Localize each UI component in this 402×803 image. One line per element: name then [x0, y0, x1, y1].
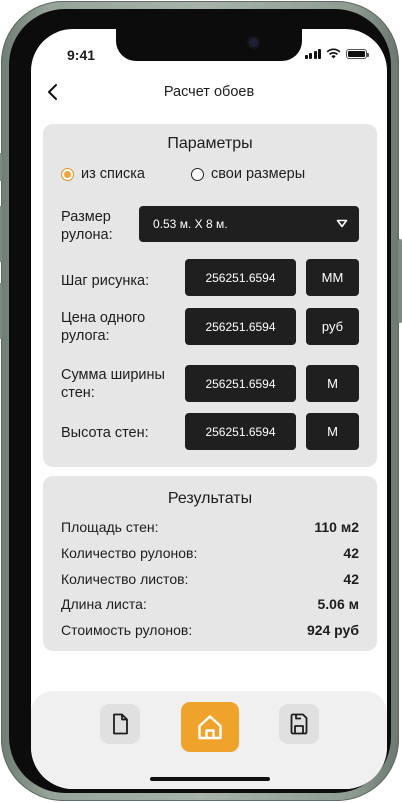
- results-heading: Результаты: [167, 490, 253, 507]
- radio-from-list-label: из списка: [81, 166, 145, 182]
- app-screen: 9:41 Расчет обоев Параметры из списка св…: [31, 29, 387, 789]
- save-icon: [290, 713, 308, 735]
- phone-volume-up-button: [0, 206, 2, 262]
- phone-volume-down-button: [0, 283, 2, 339]
- result-row-wall-area: Площадь стен: 110 м2: [61, 519, 359, 535]
- parameters-card: Параметры из списка свои размеры Размер …: [43, 124, 377, 467]
- roll-size-value: 0.53 м. Х 8 м.: [153, 217, 228, 231]
- radio-custom-sizes[interactable]: свои размеры: [191, 164, 305, 184]
- pattern-step-label: Шаг рисунка:: [61, 273, 150, 289]
- wall-width-sum-unit[interactable]: М: [306, 365, 359, 402]
- wall-height-label: Высота стен:: [61, 425, 149, 441]
- home-indicator[interactable]: [150, 777, 270, 781]
- tab-bar: [31, 691, 387, 789]
- result-row-sheet-count: Количество листов: 42: [61, 571, 359, 587]
- result-label: Количество листов:: [61, 571, 189, 587]
- wall-height-input[interactable]: [185, 413, 296, 450]
- result-value: 110 м2: [314, 519, 359, 535]
- roll-price-unit[interactable]: руб: [306, 308, 359, 345]
- tab-saved[interactable]: [279, 704, 319, 744]
- radio-custom-sizes-label: свои размеры: [211, 166, 306, 182]
- wall-width-sum-label: Сумма ширины стен:: [61, 367, 165, 401]
- roll-size-select[interactable]: 0.53 м. Х 8 м.: [139, 206, 359, 242]
- radio-unselected-icon[interactable]: [191, 167, 204, 181]
- result-label: Стоимость рулонов:: [61, 622, 193, 638]
- home-icon: [198, 715, 222, 740]
- result-value: 42: [343, 571, 359, 587]
- phone-bezel: 9:41 Расчет обоев Параметры из списка св…: [9, 9, 391, 793]
- notch: [116, 29, 302, 61]
- tab-home[interactable]: [181, 702, 239, 752]
- wifi-icon: [326, 48, 341, 59]
- parameters-heading: Параметры: [167, 135, 253, 152]
- tab-documents[interactable]: [100, 704, 140, 744]
- pattern-step-input[interactable]: [185, 259, 296, 296]
- result-label: Площадь стен:: [61, 519, 159, 535]
- phone-mute-switch: [0, 153, 2, 181]
- status-time: 9:41: [67, 47, 96, 63]
- result-label: Количество рулонов:: [61, 545, 198, 561]
- cellular-signal-icon: [304, 48, 321, 59]
- dropdown-triangle-icon: [336, 219, 348, 228]
- phone-frame: 9:41 Расчет обоев Параметры из списка св…: [0, 1, 402, 801]
- document-icon: [113, 713, 128, 735]
- phone-power-button: [398, 239, 402, 323]
- result-row-roll-cost: Стоимость рулонов: 924 руб: [61, 622, 359, 638]
- radio-selected-icon[interactable]: [61, 167, 74, 181]
- radio-from-list[interactable]: из списка: [61, 164, 145, 184]
- result-value: 5.06 м: [317, 596, 360, 612]
- roll-price-label: Цена одного рулога:: [61, 310, 146, 344]
- result-label: Длина листа:: [61, 596, 147, 612]
- status-icons: [304, 48, 369, 59]
- page-title: Расчет обоев: [163, 84, 255, 100]
- result-row-roll-count: Количество рулонов: 42: [61, 545, 359, 561]
- result-value: 924 руб: [306, 622, 359, 638]
- result-value: 42: [343, 545, 359, 561]
- roll-size-label: Размер рулона:: [61, 209, 113, 243]
- wall-width-sum-input[interactable]: [185, 365, 296, 402]
- roll-price-input[interactable]: [185, 308, 296, 345]
- result-row-sheet-length: Длина листа: 5.06 м: [61, 596, 359, 612]
- battery-icon: [346, 48, 369, 59]
- results-card: Результаты Площадь стен: 110 м2 Количест…: [43, 476, 377, 651]
- front-camera: [249, 38, 258, 47]
- wall-height-unit[interactable]: М: [306, 413, 359, 450]
- pattern-step-unit[interactable]: ММ: [306, 259, 359, 296]
